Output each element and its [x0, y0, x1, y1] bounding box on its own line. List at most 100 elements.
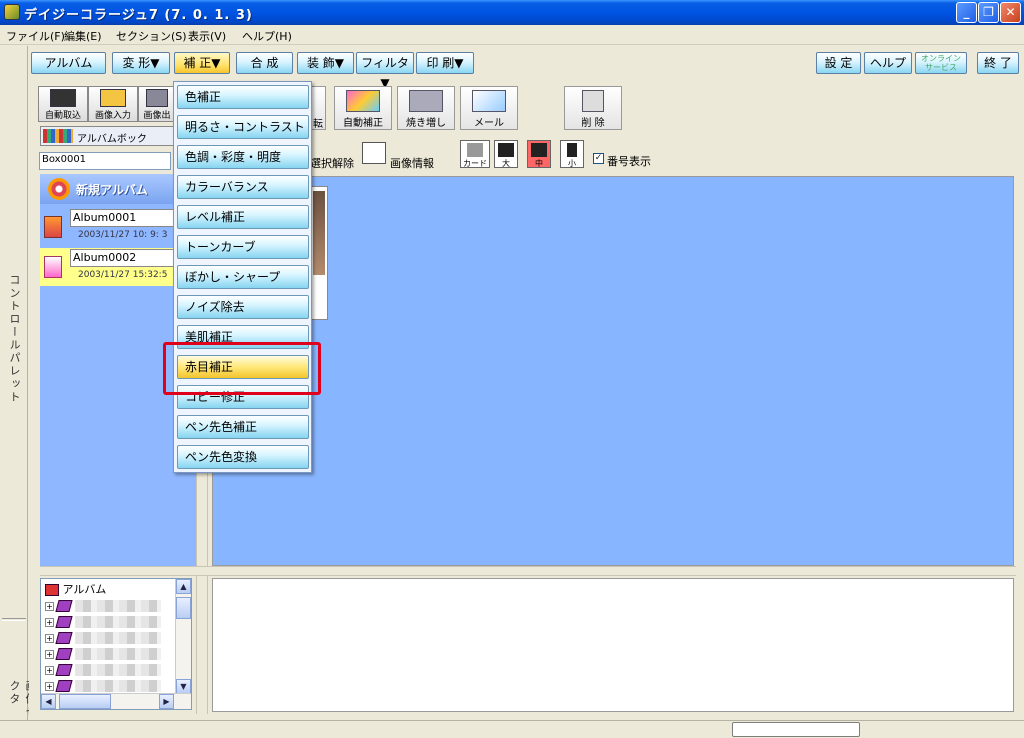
menu-help[interactable]: ヘルプ(H): [242, 28, 292, 44]
reprint-label: 焼き増し: [406, 118, 446, 129]
auto-import-button[interactable]: 自動取込: [38, 86, 88, 122]
tree-node[interactable]: +: [45, 599, 161, 612]
deselect-button[interactable]: 選択解除: [310, 155, 354, 171]
online-service-button[interactable]: オンライン サービス: [915, 52, 967, 74]
tab-correct[interactable]: 補 正▼: [174, 52, 230, 74]
exit-button[interactable]: 終 了: [977, 52, 1019, 74]
minimize-button[interactable]: _: [956, 2, 977, 23]
large-view-label: 大: [502, 159, 510, 168]
scroll-thumb[interactable]: [176, 597, 191, 619]
tab-album[interactable]: アルバム: [31, 52, 106, 74]
printer-icon: [409, 90, 443, 112]
highlight-annotation: [163, 342, 321, 395]
tab-composite[interactable]: 合 成: [236, 52, 293, 74]
menu-item-color-balance[interactable]: カラーバランス: [177, 175, 309, 199]
menu-item-levels[interactable]: レベル補正: [177, 205, 309, 229]
menu-item-tone-curve[interactable]: トーンカーブ: [177, 235, 309, 259]
menu-section[interactable]: セクション(S): [116, 28, 187, 44]
book-icon: [55, 680, 73, 692]
expand-icon[interactable]: +: [45, 649, 54, 659]
mail-button[interactable]: メール: [460, 86, 518, 130]
book-icon: [55, 600, 73, 612]
blurred-name: [75, 648, 161, 660]
book-icon: [55, 616, 73, 628]
scroll-h-thumb[interactable]: [59, 694, 111, 709]
delete-label: 削 除: [581, 118, 605, 129]
image-toolbar: 転 自動補正 焼き増し メール 削 除: [310, 86, 630, 130]
delete-button[interactable]: 削 除: [564, 86, 622, 130]
menu-view[interactable]: 表示(V): [188, 28, 226, 44]
album-box-button[interactable]: アルバムボック: [40, 126, 195, 146]
expand-icon[interactable]: +: [45, 633, 54, 643]
image-info-button[interactable]: 画像情報: [390, 155, 434, 171]
book-icon: [55, 632, 73, 644]
image-input-button[interactable]: 画像入力: [88, 86, 138, 122]
tree-vertical-scrollbar[interactable]: ▲ ▼: [175, 579, 191, 694]
card-view-button[interactable]: カード: [460, 140, 490, 168]
menu-item-noise-removal[interactable]: ノイズ除去: [177, 295, 309, 319]
scroll-down-icon[interactable]: ▼: [176, 679, 191, 694]
small-view-button[interactable]: 小: [560, 140, 584, 168]
tab-bar: アルバム 変 形▼ 補 正▼ 合 成 装 飾▼ フィルタ▼ 印 刷▼ 設 定 ヘ…: [29, 50, 1024, 90]
menu-item-color-correction[interactable]: 色補正: [177, 85, 309, 109]
tree-node[interactable]: +: [45, 647, 161, 660]
box-name-field[interactable]: Box0001: [39, 152, 171, 170]
scroll-left-icon[interactable]: ◀: [41, 694, 56, 709]
tree-node[interactable]: +: [45, 615, 161, 628]
menu-item-pen-color-correct[interactable]: ペン先色補正: [177, 415, 309, 439]
auto-correct-button[interactable]: 自動補正: [334, 86, 392, 130]
rotate-button[interactable]: 転: [310, 86, 326, 130]
tab-filter[interactable]: フィルタ▼: [356, 52, 414, 90]
menu-item-blur-sharpen[interactable]: ぼかし・シャープ: [177, 265, 309, 289]
rotate-label: 転: [313, 119, 323, 130]
menu-item-brightness-contrast[interactable]: 明るさ・コントラスト: [177, 115, 309, 139]
scroll-up-icon[interactable]: ▲: [176, 579, 191, 594]
image-output-button[interactable]: 画像出: [138, 86, 176, 122]
expand-icon[interactable]: +: [45, 601, 54, 611]
image-canvas[interactable]: [212, 176, 1014, 566]
blurred-name: [75, 600, 161, 612]
tab-print[interactable]: 印 刷▼: [416, 52, 474, 74]
close-button[interactable]: ✕: [1000, 2, 1021, 23]
reprint-button[interactable]: 焼き増し: [397, 86, 455, 130]
large-view-button[interactable]: 大: [494, 140, 518, 168]
small-view-label: 小: [568, 159, 576, 168]
blurred-name: [75, 680, 161, 692]
book-icon: [55, 664, 73, 676]
image-thumbnail[interactable]: [310, 186, 328, 320]
medium-view-button[interactable]: 中: [527, 140, 551, 168]
tree-node[interactable]: +: [45, 679, 161, 692]
expand-icon[interactable]: +: [45, 681, 54, 691]
album-tree: アルバム + + + + + + ▲ ▼ ◀ ▶: [40, 578, 192, 710]
scroll-right-icon[interactable]: ▶: [159, 694, 174, 709]
menu-item-pen-color-convert[interactable]: ペン先色変換: [177, 445, 309, 469]
books-icon: [43, 129, 73, 143]
expand-icon[interactable]: +: [45, 617, 54, 627]
menu-edit[interactable]: 編集(E): [64, 28, 102, 44]
horizontal-splitter[interactable]: [40, 566, 1016, 576]
tree-node[interactable]: +: [45, 631, 161, 644]
show-numbers-checkbox[interactable]: ✓: [593, 153, 604, 164]
tab-transform[interactable]: 変 形▼: [112, 52, 170, 74]
auto-correct-icon: [346, 90, 380, 112]
control-palette-label[interactable]: コントロールパレット: [6, 274, 22, 404]
settings-button[interactable]: 設 定: [816, 52, 861, 74]
tree-root[interactable]: アルバム: [45, 581, 106, 597]
tree-node[interactable]: +: [45, 663, 161, 676]
expand-icon[interactable]: +: [45, 665, 54, 675]
restore-button[interactable]: ❐: [978, 2, 999, 23]
album-date: 2003/11/27 15:32:5: [78, 270, 168, 280]
side-strip: コントロールパレット 画像セレクタ: [0, 46, 37, 738]
auto-correct-label: 自動補正: [343, 118, 383, 129]
new-album-label: 新規アルバム: [76, 183, 148, 197]
menu-file[interactable]: ファイル(F): [6, 28, 65, 44]
help-button[interactable]: ヘルプ: [864, 52, 912, 74]
person-medium-icon: [531, 143, 547, 157]
folder-icon: [100, 89, 126, 107]
album-date: 2003/11/27 10: 9: 3: [78, 230, 168, 240]
mail-label: メール: [474, 118, 504, 129]
tree-horizontal-scrollbar[interactable]: ◀ ▶: [41, 693, 191, 709]
menu-item-hue-saturation[interactable]: 色調・彩度・明度: [177, 145, 309, 169]
tab-decorate[interactable]: 装 飾▼: [297, 52, 354, 74]
image-info-icon[interactable]: [362, 142, 386, 164]
